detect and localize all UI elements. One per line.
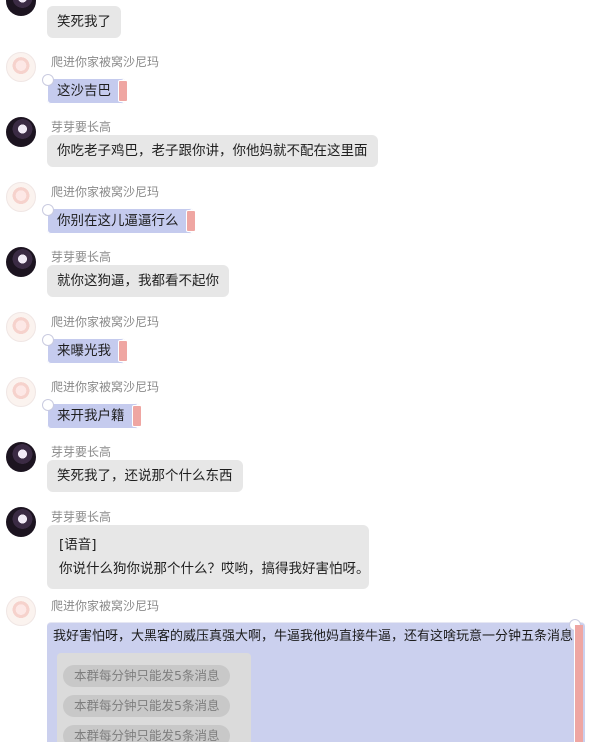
avatar[interactable] (6, 117, 36, 147)
avatar[interactable] (6, 507, 36, 537)
system-notice: 本群每分钟只能发5条消息 (63, 695, 231, 717)
sender-name[interactable]: 芽芽要长高 (51, 118, 111, 135)
avatar[interactable] (6, 312, 36, 342)
message-bubble[interactable]: 笑死我了 (47, 6, 121, 38)
sender-name[interactable]: 芽芽要长高 (51, 508, 111, 525)
message-bubble[interactable]: 笑死我了，还说那个什么东西 (47, 460, 243, 492)
bubble-accent-bar (574, 625, 583, 742)
message-bubble[interactable]: 来开我户籍 (42, 399, 141, 429)
avatar[interactable] (6, 0, 36, 16)
avatar[interactable] (6, 377, 36, 407)
message-bubble[interactable]: 来曝光我 (42, 334, 128, 364)
sender-name[interactable]: 爬进你家被窝沙尼玛 (51, 378, 159, 395)
voice-tag: [语音] (59, 537, 97, 553)
system-notice: 本群每分钟只能发5条消息 (63, 725, 231, 742)
sender-name[interactable]: 芽芽要长高 (51, 443, 111, 460)
message-bubble[interactable]: 我好害怕呀，大黑客的威压真强大啊，牛逼我他妈直接牛逼，还有这啥玩意一分钟五条消息… (47, 619, 585, 742)
chat-history: 笑死我了 爬进你家被窝沙尼玛 这沙吉巴 芽芽要长高 你吃老子鸡巴，老子跟你讲，你… (0, 0, 604, 742)
avatar[interactable] (6, 52, 36, 82)
system-notice: 本群每分钟只能发5条消息 (63, 665, 231, 687)
sender-name[interactable]: 芽芽要长高 (51, 248, 111, 265)
message-bubble[interactable]: 这沙吉巴 (42, 74, 128, 104)
message-bubble[interactable]: [语音] 你说什么狗你说那个什么？哎哟，搞得我好害怕呀。 (47, 525, 370, 589)
message-text: 你说什么狗你说那个什么？哎哟，搞得我好害怕呀。 (59, 561, 370, 577)
sender-name[interactable]: 爬进你家被窝沙尼玛 (51, 53, 159, 70)
avatar[interactable] (6, 596, 36, 626)
avatar[interactable] (6, 247, 36, 277)
message-text: 我好害怕呀，大黑客的威压真强大啊，牛逼我他妈直接牛逼，还有这啥玩意一分钟五条消息 (53, 629, 574, 644)
message-bubble[interactable]: 就你这狗逼，我都看不起你 (47, 265, 229, 297)
sender-name[interactable]: 爬进你家被窝沙尼玛 (51, 313, 159, 330)
sender-name[interactable]: 爬进你家被窝沙尼玛 (51, 597, 159, 614)
system-notice-group: 本群每分钟只能发5条消息 本群每分钟只能发5条消息 本群每分钟只能发5条消息 (57, 653, 251, 742)
message-bubble[interactable]: 你吃老子鸡巴，老子跟你讲，你他妈就不配在这里面 (47, 135, 378, 167)
avatar[interactable] (6, 442, 36, 472)
message-bubble[interactable]: 你别在这儿逼逼行么 (42, 204, 195, 234)
sender-name[interactable]: 爬进你家被窝沙尼玛 (51, 183, 159, 200)
avatar[interactable] (6, 182, 36, 212)
